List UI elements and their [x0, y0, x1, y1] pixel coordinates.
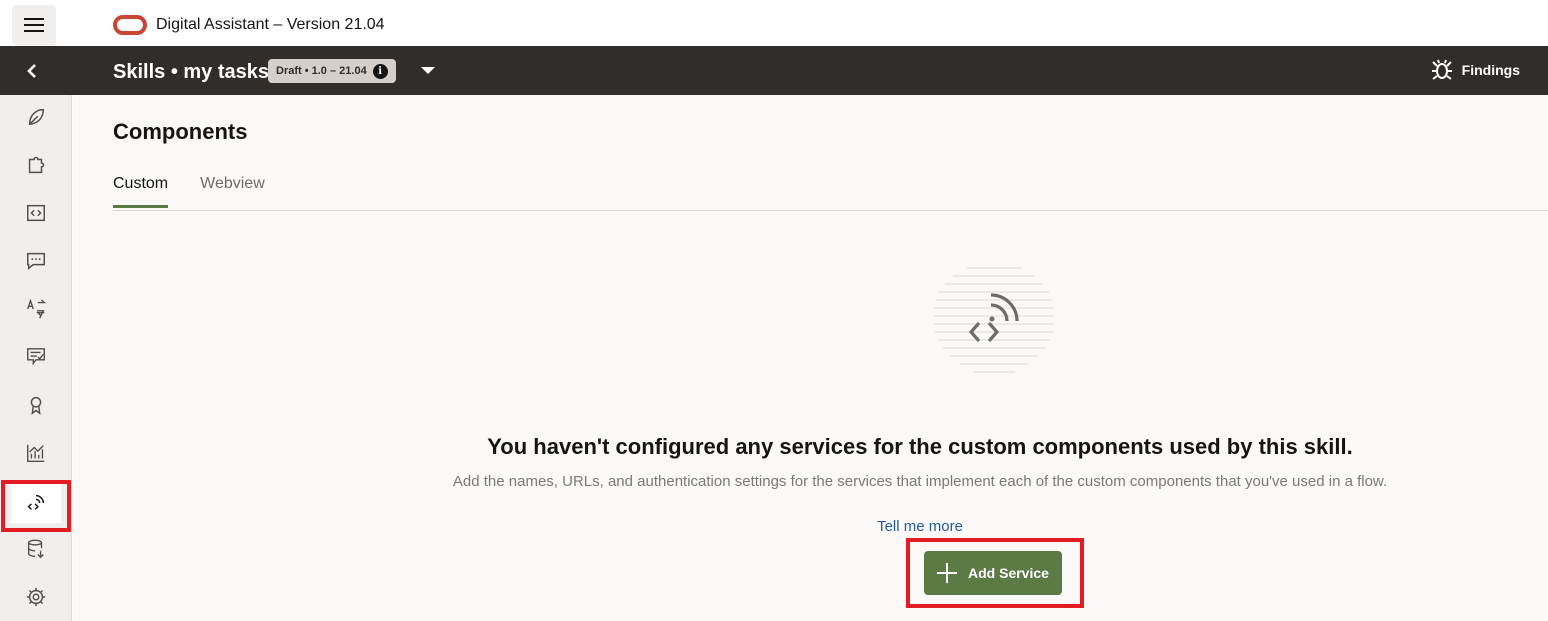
sidebar-item-resource-bundles[interactable]	[11, 289, 61, 329]
sidebar-item-quality[interactable]	[11, 337, 61, 377]
sidebar-item-insights[interactable]	[11, 385, 61, 425]
quality-list-icon	[27, 348, 45, 366]
empty-state-heading: You haven't configured any services for …	[487, 434, 1353, 459]
version-badge-label: Draft • 1.0 – 21.04	[276, 65, 367, 77]
tab-webview[interactable]: Webview	[200, 175, 265, 208]
sidebar-item-settings[interactable]	[11, 577, 61, 617]
add-service-button[interactable]: Add Service	[924, 551, 1062, 595]
skill-title: Skills • my tasks	[113, 61, 269, 83]
menu-line-icon	[24, 30, 44, 32]
custom-components-illustration-icon	[934, 267, 1054, 373]
info-icon: i	[372, 63, 388, 79]
analytics-chart-icon	[27, 444, 45, 462]
chat-bubble-icon	[27, 252, 45, 270]
back-button[interactable]	[14, 56, 50, 86]
database-icon	[27, 539, 44, 559]
version-badge[interactable]: Draft • 1.0 – 21.04 i	[268, 59, 396, 83]
hamburger-menu-button[interactable]	[12, 5, 56, 45]
tell-me-more-link[interactable]: Tell me more	[384, 518, 1456, 535]
code-entity-icon	[27, 204, 45, 222]
plus-icon	[937, 563, 957, 583]
skill-header: Skills • my tasks Draft • 1.0 – 21.04 i …	[0, 46, 1548, 95]
sidebar-item-flows[interactable]	[11, 193, 61, 233]
translate-icon	[27, 298, 46, 319]
tab-divider	[113, 210, 1548, 211]
sidebar-item-intents[interactable]	[11, 97, 61, 137]
award-ribbon-icon	[30, 396, 42, 415]
bug-icon	[1431, 59, 1452, 80]
menu-line-icon	[24, 18, 44, 20]
custom-components-icon	[27, 494, 45, 510]
sidebar-nav	[0, 95, 72, 621]
page-title: Components	[113, 119, 248, 144]
findings-button[interactable]: Findings	[1430, 59, 1520, 81]
sidebar-item-data[interactable]	[11, 529, 61, 569]
chevron-left-icon	[27, 64, 36, 78]
leaf-icon	[28, 108, 45, 126]
app-title: Digital Assistant – Version 21.04	[156, 16, 385, 33]
sidebar-item-components[interactable]	[11, 483, 61, 523]
menu-line-icon	[24, 24, 44, 26]
add-service-label: Add Service	[968, 565, 1049, 581]
tab-custom[interactable]: Custom	[113, 175, 169, 208]
puzzle-icon	[28, 156, 45, 174]
sidebar-item-entities[interactable]	[11, 145, 61, 185]
brand-bar: Digital Assistant – Version 21.04	[0, 0, 1548, 46]
caret-down-icon[interactable]	[421, 67, 435, 74]
settings-gear-icon	[26, 587, 46, 607]
sidebar-item-analytics[interactable]	[11, 433, 61, 473]
oracle-logo	[113, 15, 147, 35]
main-content: Components Custom Webview You haven't co…	[73, 95, 1548, 621]
empty-state-description: Add the names, URLs, and authentication …	[452, 473, 1388, 490]
findings-label: Findings	[1461, 62, 1520, 78]
tab-bar: Custom Webview	[113, 175, 265, 208]
sidebar-item-conversations[interactable]	[11, 241, 61, 281]
